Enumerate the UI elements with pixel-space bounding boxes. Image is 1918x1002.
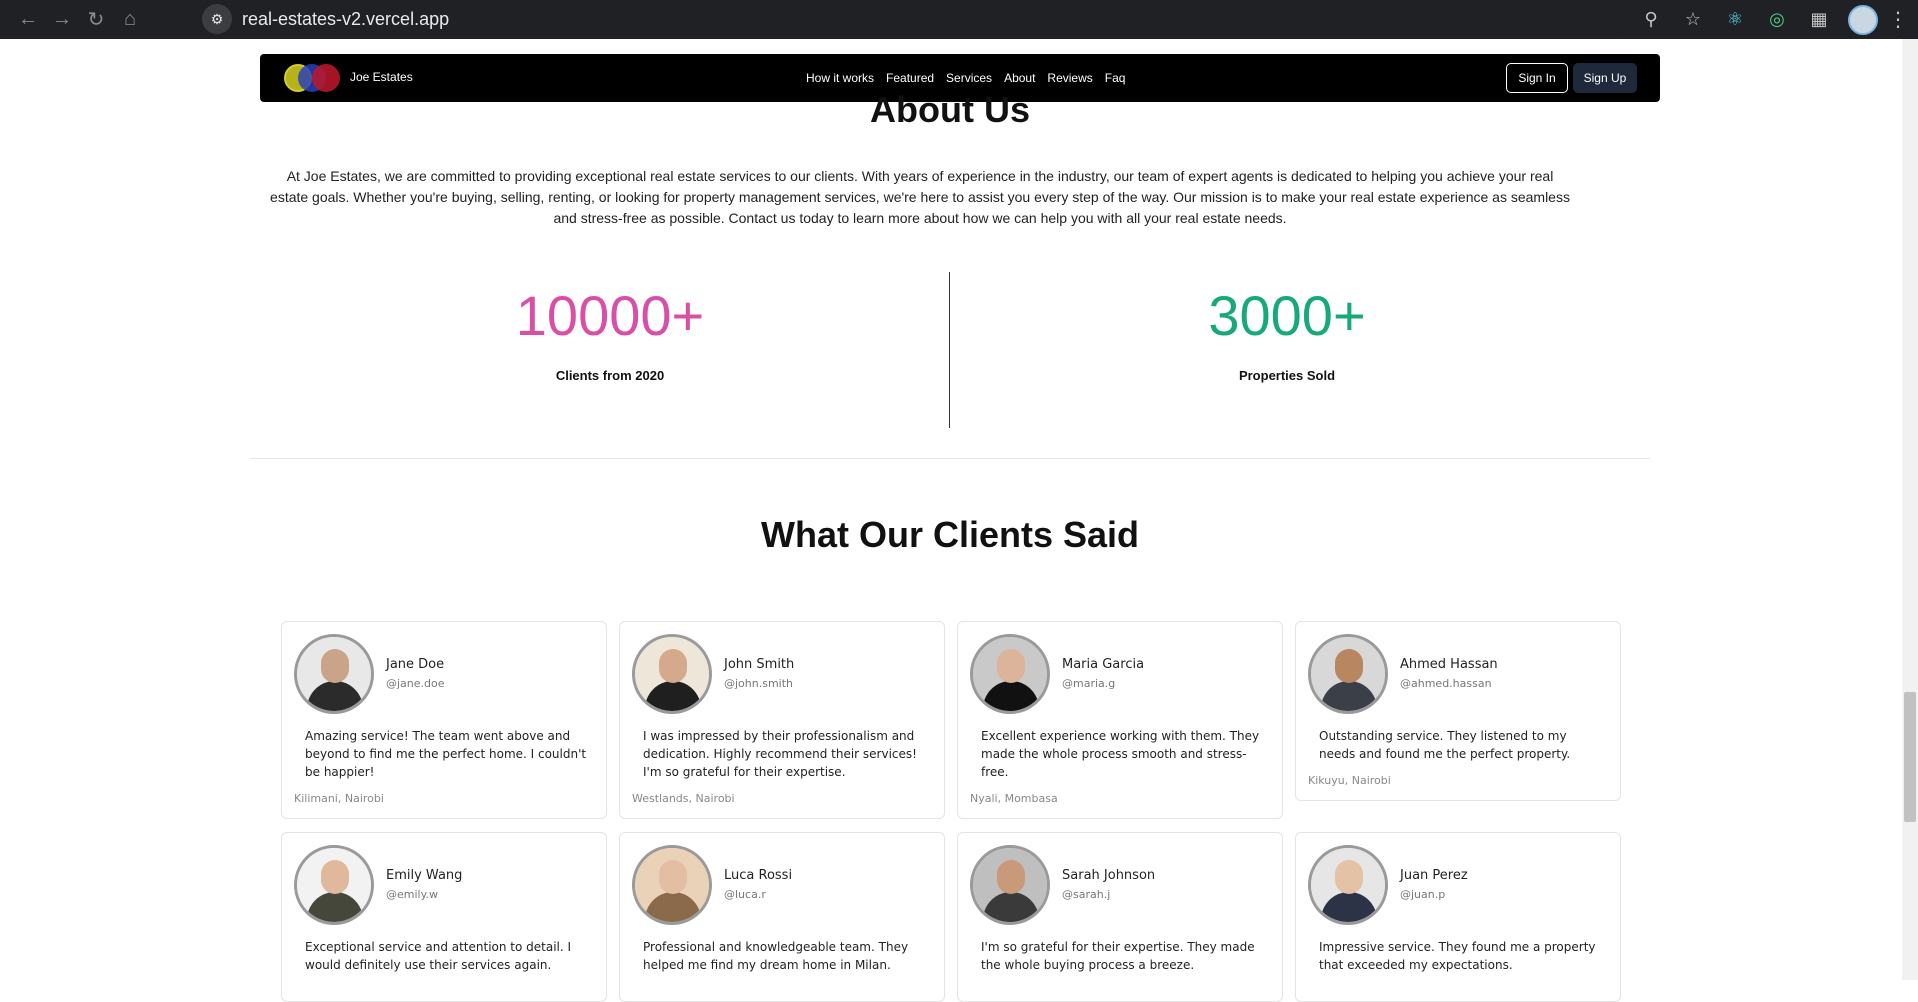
reviewer-handle: @juan.p bbox=[1400, 888, 1446, 901]
about-description: At Joe Estates, we are committed to prov… bbox=[270, 168, 1570, 226]
reviewer-name: Maria Garcia bbox=[1062, 657, 1145, 672]
review-card: Luca Rossi @luca.r Professional and knowle… bbox=[619, 832, 945, 1002]
stats-divider bbox=[949, 272, 950, 428]
reviewer-name: Jane Doe bbox=[386, 657, 445, 672]
browser-toolbar: ← → ↻ ⌂ ⚙ real-estates-v2.vercel.app ⚲ ☆… bbox=[0, 0, 1918, 39]
review-card: Maria Garcia @maria.g Excellent experience… bbox=[957, 621, 1283, 819]
review-card: Sarah Johnson @sarah.j I'm so grateful for… bbox=[957, 832, 1283, 1002]
review-text: Outstanding service. They listened to my… bbox=[1319, 729, 1571, 761]
reviewer-handle: @john.smith bbox=[724, 677, 794, 690]
url-text[interactable]: real-estates-v2.vercel.app bbox=[242, 9, 449, 30]
stat-value: 10000+ bbox=[515, 284, 705, 347]
reviewer-name: Luca Rossi bbox=[724, 868, 793, 883]
review-card: Jane Doe @jane.doe Amazing service! The te… bbox=[281, 621, 607, 819]
extensions-puzzle-icon[interactable]: ▦ bbox=[1802, 3, 1836, 37]
react-extension-icon[interactable]: ⚛ bbox=[1718, 3, 1752, 37]
reviewer-avatar bbox=[970, 845, 1050, 925]
reviewer-handle: @luca.r bbox=[724, 888, 766, 901]
reviewer-avatar bbox=[632, 634, 712, 714]
reviewer-avatar bbox=[970, 634, 1050, 714]
reviewer-name: Emily Wang bbox=[386, 868, 463, 883]
section-divider bbox=[250, 458, 1650, 459]
reviewer-handle: @emily.w bbox=[386, 888, 439, 901]
stat-value: 3000+ bbox=[1208, 284, 1366, 347]
reviewer-name: Ahmed Hassan bbox=[1400, 657, 1498, 672]
reviewer-location: Westlands, Nairobi bbox=[632, 792, 735, 805]
bookmark-star-icon[interactable]: ☆ bbox=[1676, 3, 1710, 37]
reviewer-location: Kilimani, Nairobi bbox=[294, 792, 384, 805]
review-card: Juan Perez @juan.p Impressive service. The… bbox=[1295, 832, 1621, 1002]
reviewer-handle: @jane.doe bbox=[386, 677, 445, 690]
review-text: I'm so grateful for their expertise. The… bbox=[981, 940, 1255, 972]
review-text: Exceptional service and attention to det… bbox=[305, 940, 572, 972]
browser-menu-icon[interactable]: ⋮ bbox=[1888, 7, 1908, 32]
about-title: About Us bbox=[870, 89, 1030, 130]
site-info-icon[interactable]: ⚙ bbox=[202, 4, 232, 34]
review-text: Professional and knowledgeable team. The… bbox=[643, 940, 909, 972]
reviewer-location: Kikuyu, Nairobi bbox=[1308, 774, 1391, 787]
forward-icon[interactable]: → bbox=[48, 6, 76, 34]
zoom-icon[interactable]: ⚲ bbox=[1634, 3, 1668, 37]
page-scrollbar[interactable] bbox=[1902, 39, 1918, 980]
reviewer-location: Nyali, Mombasa bbox=[970, 792, 1058, 805]
reload-icon[interactable]: ↻ bbox=[82, 6, 110, 34]
reviewer-handle: @ahmed.hassan bbox=[1400, 677, 1492, 690]
back-icon[interactable]: ← bbox=[14, 6, 42, 34]
review-card: Ahmed Hassan @ahmed.hassan Outstanding ser… bbox=[1295, 621, 1621, 801]
address-bar[interactable]: ⚙ real-estates-v2.vercel.app bbox=[200, 3, 1630, 35]
nav-link-about[interactable]: About bbox=[1004, 71, 1035, 85]
reviewer-handle: @sarah.j bbox=[1062, 888, 1111, 901]
reviewer-avatar bbox=[632, 845, 712, 925]
stat-label: Properties Sold bbox=[1238, 368, 1336, 383]
reviews-title: What Our Clients Said bbox=[760, 514, 1140, 555]
review-text: Amazing service! The team went above and… bbox=[305, 729, 587, 779]
review-text: I was impressed by their professionalism… bbox=[643, 729, 917, 779]
nav-link-reviews[interactable]: Reviews bbox=[1047, 71, 1092, 85]
review-card: Emily Wang @emily.w Exceptional service an… bbox=[281, 832, 607, 1002]
target-extension-icon[interactable]: ◎ bbox=[1760, 3, 1794, 37]
reviewer-name: John Smith bbox=[724, 657, 795, 672]
reviewer-avatar bbox=[294, 634, 374, 714]
review-card: John Smith @john.smith I was impressed by … bbox=[619, 621, 945, 819]
brand-logo[interactable] bbox=[284, 64, 344, 92]
stat-properties: 3000+ Properties Sold bbox=[1137, 284, 1437, 383]
review-text: Excellent experience working with them. … bbox=[981, 729, 1260, 779]
reviewer-avatar bbox=[1308, 634, 1388, 714]
review-text: Impressive service. They found me a prop… bbox=[1319, 940, 1596, 972]
scrollbar-thumb[interactable] bbox=[1904, 692, 1916, 822]
home-icon[interactable]: ⌂ bbox=[116, 6, 144, 34]
nav-link-faq[interactable]: Faq bbox=[1105, 71, 1126, 85]
stat-label: Clients from 2020 bbox=[555, 368, 665, 383]
reviewer-avatar bbox=[1308, 845, 1388, 925]
nav-link-how-it-works[interactable]: How it works bbox=[806, 71, 874, 85]
nav-link-featured[interactable]: Featured bbox=[886, 71, 934, 85]
reviewer-handle: @maria.g bbox=[1062, 677, 1116, 690]
stat-clients: 10000+ Clients from 2020 bbox=[460, 284, 760, 383]
brand-name[interactable]: Joe Estates bbox=[350, 70, 413, 84]
nav-link-services[interactable]: Services bbox=[946, 71, 992, 85]
reviewer-name: Juan Perez bbox=[1400, 868, 1468, 883]
profile-avatar[interactable] bbox=[1848, 4, 1878, 35]
reviewer-name: Sarah Johnson bbox=[1062, 868, 1156, 883]
reviewer-avatar bbox=[294, 845, 374, 925]
